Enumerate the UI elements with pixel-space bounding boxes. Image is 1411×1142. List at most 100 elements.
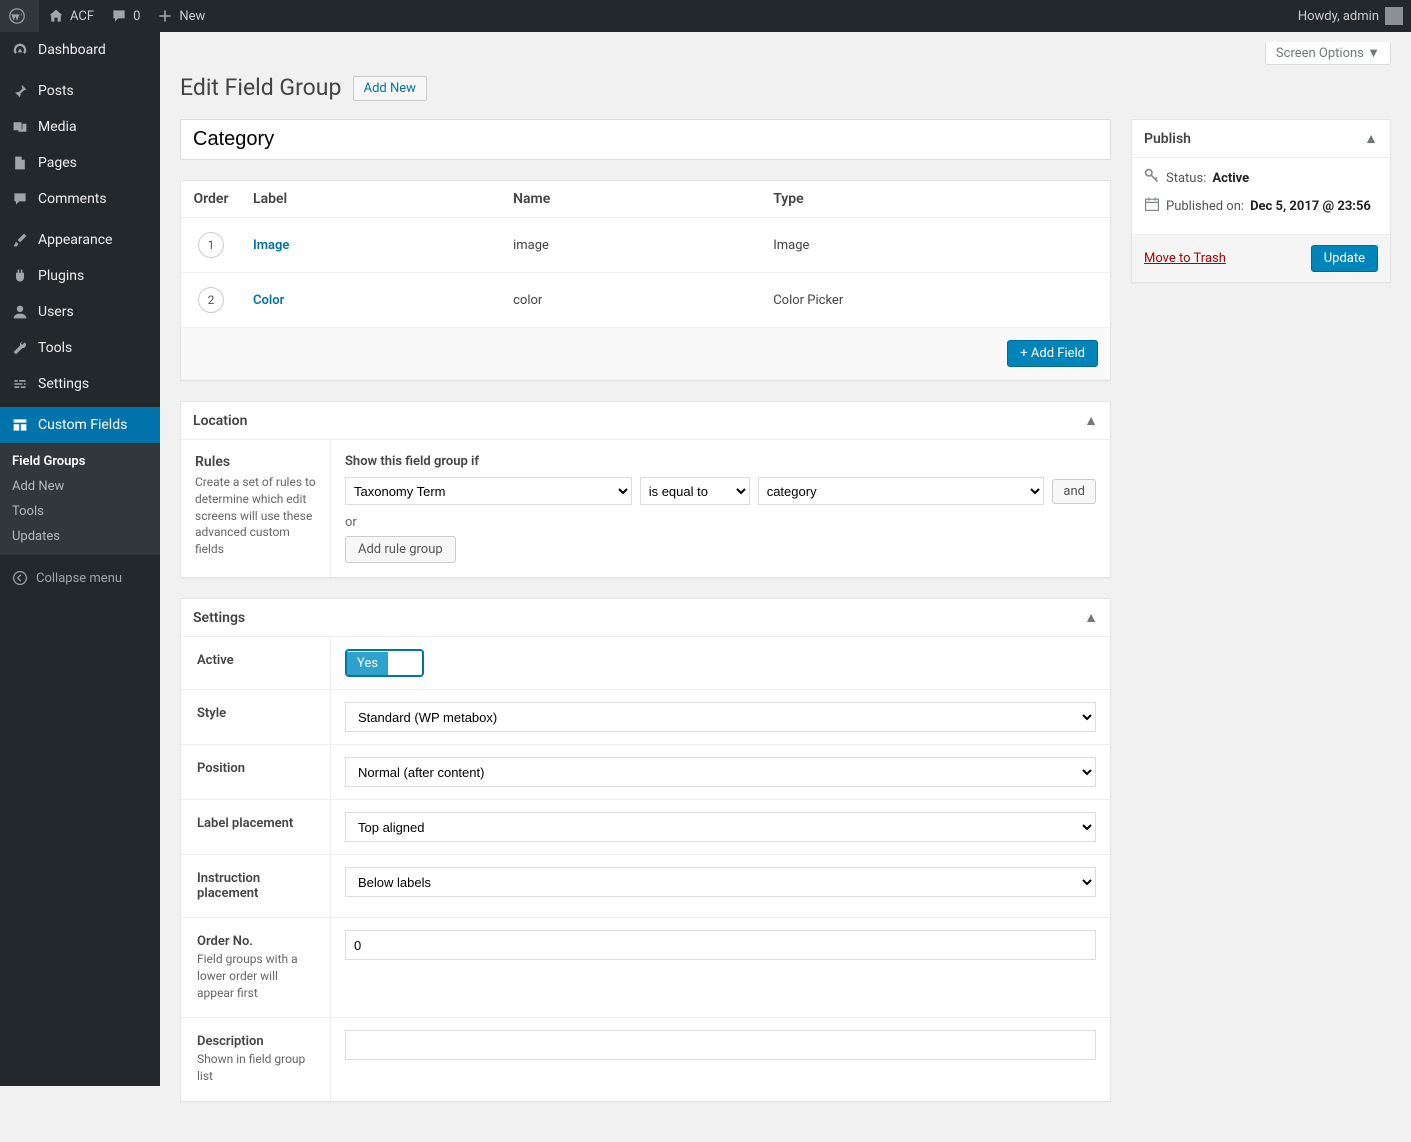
orderno-label: Order No. [197, 934, 253, 949]
settings-postbox: Settings▲ Active Yes Style Standard (WP … [180, 598, 1111, 1102]
caret-up-icon: ▲ [1084, 412, 1098, 429]
col-order: Order [181, 181, 241, 218]
col-name: Name [501, 181, 761, 218]
submenu-add-new[interactable]: Add New [0, 474, 160, 499]
style-select[interactable]: Standard (WP metabox) [345, 702, 1096, 732]
instruction-select[interactable]: Below labels [345, 867, 1096, 897]
submenu-tools[interactable]: Tools [0, 499, 160, 524]
menu-dashboard[interactable]: Dashboard [0, 32, 160, 68]
wp-logo[interactable] [0, 0, 39, 32]
update-button[interactable]: Update [1311, 245, 1378, 272]
add-rule-group-button[interactable]: Add rule group [345, 536, 456, 563]
wordpress-icon [8, 7, 26, 25]
menu-appearance[interactable]: Appearance [0, 222, 160, 258]
page-title: Edit Field Group [180, 74, 341, 101]
add-new-button[interactable]: Add New [353, 76, 427, 101]
order-badge[interactable]: 2 [198, 287, 224, 313]
position-label: Position [181, 745, 331, 799]
comments-count: 0 [133, 9, 140, 24]
order-badge[interactable]: 1 [198, 232, 224, 258]
labelplacement-label: Label placement [181, 800, 331, 854]
menu-plugins[interactable]: Plugins [0, 258, 160, 294]
or-label: or [345, 515, 1096, 530]
submenu-field-groups[interactable]: Field Groups [0, 449, 160, 474]
active-label: Active [181, 637, 331, 689]
settings-heading[interactable]: Settings▲ [181, 599, 1110, 637]
labelplacement-select[interactable]: Top aligned [345, 812, 1096, 842]
new-content[interactable]: New [148, 0, 213, 32]
location-postbox: Location▲ Rules Create a set of rules to… [180, 401, 1111, 578]
menu-posts[interactable]: Posts [0, 73, 160, 109]
field-label-link[interactable]: Color [253, 293, 284, 308]
field-name: image [501, 218, 761, 273]
status-label: Status: [1166, 171, 1206, 186]
style-label: Style [181, 690, 331, 744]
sliders-icon [10, 374, 30, 394]
rules-desc: Create a set of rules to determine which… [195, 474, 316, 558]
col-type: Type [761, 181, 1110, 218]
active-toggle[interactable]: Yes [345, 649, 424, 677]
caret-up-icon: ▲ [1364, 130, 1378, 147]
media-icon [10, 117, 30, 137]
group-title-input[interactable] [180, 119, 1111, 160]
published-label: Published on: [1166, 199, 1244, 214]
rule-param-select[interactable]: Taxonomy Term [345, 477, 632, 505]
orderno-desc: Field groups with a lower order will app… [197, 951, 314, 1001]
orderno-input[interactable] [345, 930, 1096, 960]
site-label: ACF [70, 9, 94, 24]
and-button[interactable]: and [1052, 479, 1096, 504]
brush-icon [10, 230, 30, 250]
field-name: color [501, 273, 761, 328]
screen-options-button[interactable]: Screen Options ▼ [1265, 42, 1391, 65]
new-label: New [179, 9, 205, 24]
instruction-label: Instruction placement [181, 855, 331, 917]
menu-tools[interactable]: Tools [0, 330, 160, 366]
position-select[interactable]: Normal (after content) [345, 757, 1096, 787]
avatar-icon [1385, 7, 1403, 25]
caret-down-icon: ▼ [1367, 46, 1380, 61]
pin-icon [10, 81, 30, 101]
add-field-button[interactable]: + Add Field [1007, 340, 1098, 367]
menu-media[interactable]: Media [0, 109, 160, 145]
field-row[interactable]: 2 Color color Color Picker [181, 273, 1110, 328]
comments-link[interactable]: 0 [102, 0, 148, 32]
rules-label: Rules [195, 454, 316, 470]
status-value: Active [1212, 171, 1249, 186]
description-input[interactable] [345, 1030, 1096, 1060]
move-to-trash-link[interactable]: Move to Trash [1144, 251, 1226, 266]
site-name[interactable]: ACF [39, 0, 102, 32]
home-icon [47, 7, 65, 25]
calendar-icon [1144, 196, 1160, 216]
location-heading[interactable]: Location▲ [181, 402, 1110, 440]
comment-icon [110, 7, 128, 25]
condition-label: Show this field group if [345, 454, 1096, 469]
field-label-link[interactable]: Image [253, 238, 289, 253]
menu-custom-fields[interactable]: Custom Fields [0, 407, 160, 443]
publish-heading[interactable]: Publish▲ [1132, 120, 1390, 158]
plus-icon [156, 7, 174, 25]
menu-pages[interactable]: Pages [0, 145, 160, 181]
description-desc: Shown in field group list [197, 1051, 314, 1085]
menu-users[interactable]: Users [0, 294, 160, 330]
caret-up-icon: ▲ [1084, 609, 1098, 626]
comment-icon [10, 189, 30, 209]
layout-icon [10, 415, 30, 435]
collapse-menu[interactable]: Collapse menu [0, 560, 160, 596]
admin-menu: Dashboard Posts Media Pages Comments App… [0, 32, 160, 1086]
wrench-icon [10, 338, 30, 358]
menu-settings[interactable]: Settings [0, 366, 160, 402]
howdy-label: Howdy, admin [1298, 9, 1379, 24]
my-account[interactable]: Howdy, admin [1290, 0, 1411, 32]
submenu-updates[interactable]: Updates [0, 524, 160, 549]
admin-bar: ACF 0 New Howdy, admin [0, 0, 1411, 32]
rule-operator-select[interactable]: is equal to [640, 477, 750, 505]
field-type: Color Picker [761, 273, 1110, 328]
plug-icon [10, 266, 30, 286]
user-icon [10, 302, 30, 322]
menu-comments[interactable]: Comments [0, 181, 160, 217]
page-icon [10, 153, 30, 173]
rule-value-select[interactable]: category [758, 477, 1045, 505]
fields-postbox: Order Label Name Type 1 Image image [180, 180, 1111, 381]
col-label: Label [241, 181, 501, 218]
field-row[interactable]: 1 Image image Image [181, 218, 1110, 273]
